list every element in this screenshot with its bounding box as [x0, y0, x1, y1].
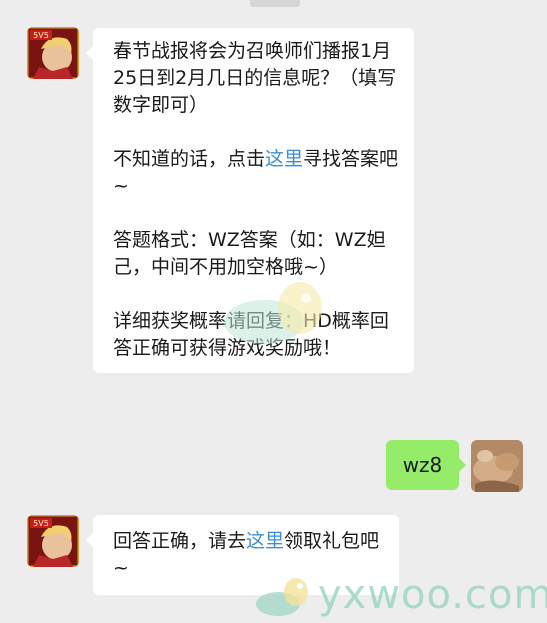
- question-paragraph: 春节战报将会为召唤师们播报1月25日到2月几日的信息呢？（填写数字即可）: [113, 40, 397, 116]
- hero-avatar-icon: 5V5: [27, 515, 79, 567]
- hint-paragraph: 不知道的话，点击这里寻找答案吧~: [113, 148, 399, 197]
- cat-photo-icon: [471, 440, 523, 492]
- watermark-logo-icon: [256, 578, 308, 616]
- hero-avatar-icon: 5V5: [27, 27, 79, 79]
- watermark-snail-icon: [224, 282, 322, 344]
- timestamp-chip: [250, 0, 300, 7]
- avatar-badge-text: 5V5: [33, 519, 49, 528]
- gift-claim-link[interactable]: 这里: [246, 530, 284, 552]
- user-reply-bubble: wz8: [386, 440, 466, 490]
- game-account-avatar[interactable]: 5V5: [27, 27, 79, 79]
- user-reply-text: wz8: [402, 453, 443, 477]
- watermark-text: yxwoo.com: [318, 572, 547, 618]
- user-avatar[interactable]: [471, 440, 523, 492]
- game-account-avatar-2[interactable]: 5V5: [27, 515, 79, 567]
- answer-hint-link[interactable]: 这里: [265, 148, 303, 170]
- format-paragraph: 答题格式：WZ答案（如：WZ妲己，中间不用加空格哦~）: [113, 229, 386, 278]
- avatar-badge-text: 5V5: [33, 31, 49, 40]
